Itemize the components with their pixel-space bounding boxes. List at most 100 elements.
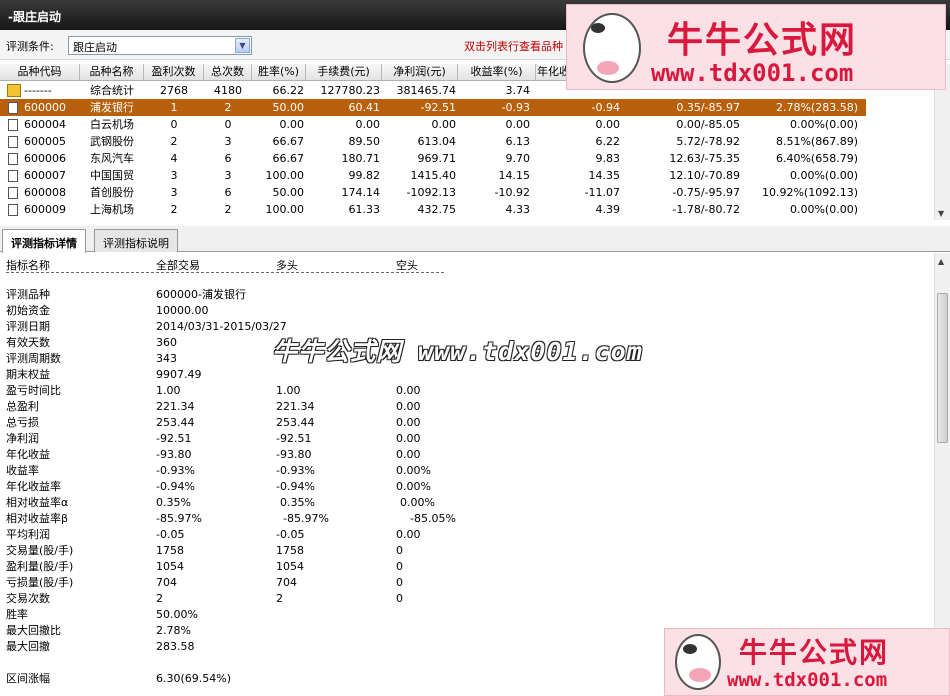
metric-cell: -0.05 [276, 528, 305, 541]
table-cell: 综合统计 [90, 84, 134, 97]
metric-row: 相对收益率β -85.97% -85.97% -85.05% [0, 511, 930, 527]
scroll-down-icon[interactable]: ▼ [938, 209, 944, 218]
metric-cell: 有效天数 [6, 336, 50, 349]
tab-label: 评测指标说明 [103, 237, 169, 250]
metric-cell: 343 [156, 352, 177, 365]
metric-cell: 盈亏时间比 [6, 384, 61, 397]
metric-cell: 相对收益率α [6, 496, 69, 509]
metric-cell: -93.80 [276, 448, 312, 461]
metric-row: 亏损量(股/手) 704 704 0 [0, 575, 930, 591]
table-cell: -11.07 [584, 186, 620, 199]
detail-tabs: 评测指标详情 评测指标说明 [0, 226, 950, 253]
table-cell: 2768 [160, 84, 188, 97]
tab-metric-details[interactable]: 评测指标详情 [2, 229, 86, 253]
table-row[interactable]: 600004 白云机场 0 0 0.00 0.00 0.00 0.00 0.00 0.00/-85… [0, 116, 866, 133]
column-header[interactable]: 胜率(%) [252, 64, 306, 81]
table-cell: -0.93 [501, 101, 530, 114]
metric-cell: 评测品种 [6, 288, 50, 301]
table-cell: -92.51 [420, 101, 456, 114]
table-cell: 50.00 [272, 101, 305, 114]
condition-select[interactable]: 跟庄启动 ▼ [68, 36, 252, 55]
metric-cell: -93.80 [156, 448, 192, 461]
detail-header-short: 空头 [396, 259, 418, 272]
column-header[interactable]: 品种名称 [80, 64, 144, 81]
table-cell: 61.33 [348, 203, 381, 216]
metric-cell: 2014/03/31-2015/03/27 [156, 320, 287, 333]
column-header[interactable]: 手续费(元) [306, 64, 382, 81]
scroll-up-icon[interactable]: ▲ [938, 257, 944, 266]
table-row[interactable]: 600009 上海机场 2 2 100.00 61.33 432.75 4.33 4.39 -1.… [0, 201, 866, 218]
table-cell: -0.75/-95.97 [672, 186, 740, 199]
metric-cell: 253.44 [276, 416, 315, 429]
metric-cell: 交易次数 [6, 592, 50, 605]
metric-cell: 360 [156, 336, 177, 349]
chevron-down-icon[interactable]: ▼ [235, 38, 250, 53]
metric-cell: 评测日期 [6, 320, 50, 333]
document-icon [8, 187, 18, 199]
table-cell: 2 [170, 135, 178, 148]
table-row[interactable]: 600005 武钢股份 2 3 66.67 89.50 613.04 6.13 6.22 5.72… [0, 133, 866, 150]
metric-cell: 初始资金 [6, 304, 50, 317]
metric-row: 盈亏时间比 1.00 1.00 0.00 [0, 383, 930, 399]
table-cell: ------- [24, 84, 52, 97]
window-title: -跟庄启动 [8, 10, 61, 24]
table-cell: 12.10/-70.89 [669, 169, 740, 182]
metric-cell: -85.97% [283, 512, 329, 525]
table-cell: 66.67 [272, 152, 305, 165]
table-cell: 0.00%(0.00) [789, 203, 858, 216]
metric-cell: 0 [396, 592, 403, 605]
metric-cell: 600000-浦发银行 [156, 288, 246, 301]
document-icon [8, 102, 18, 114]
table-cell: 6.13 [505, 135, 531, 148]
tab-metric-description[interactable]: 评测指标说明 [94, 229, 178, 252]
metric-cell: 1054 [156, 560, 184, 573]
metric-cell: 704 [156, 576, 177, 589]
table-cell: 3 [224, 169, 232, 182]
table-cell: 14.15 [498, 169, 531, 182]
metric-cell: 0.00 [396, 416, 421, 429]
column-header[interactable]: 品种代码 [0, 64, 80, 81]
watermark-url: www.tdx001.com [727, 669, 888, 691]
table-cell: 66.22 [272, 84, 305, 97]
metric-cell: 221.34 [276, 400, 315, 413]
column-header[interactable]: 总次数 [204, 64, 252, 81]
table-cell: 0.00/-85.05 [676, 118, 740, 131]
metric-row: 年化收益率 -0.94% -0.94% 0.00% [0, 479, 930, 495]
table-cell: 0.35/-85.97 [676, 101, 740, 114]
metric-cell: 2.78% [156, 624, 191, 637]
metric-cell: 0 [396, 544, 403, 557]
detail-header-all: 全部交易 [156, 259, 200, 272]
metric-cell: 0.35% [280, 496, 315, 509]
metric-cell: 0.00 [396, 528, 421, 541]
condition-select-value: 跟庄启动 [73, 41, 117, 54]
table-cell: 0.00%(0.00) [789, 169, 858, 182]
metric-cell: 胜率 [6, 608, 28, 621]
metric-row: 交易量(股/手) 1758 1758 0 [0, 543, 930, 559]
table-cell: 6.40%(658.79) [775, 152, 858, 165]
table-row[interactable]: 600000 浦发银行 1 2 50.00 60.41 -92.51 -0.93 -0.94 0.… [0, 99, 866, 116]
table-cell: 0.00%(0.00) [789, 118, 858, 131]
table-row[interactable]: 600006 东风汽车 4 6 66.67 180.71 969.71 9.70 9.83 12.… [0, 150, 866, 167]
table-cell: 2.78%(283.58) [775, 101, 858, 114]
table-cell: 5.72/-78.92 [676, 135, 740, 148]
table-row[interactable]: 600007 中国国贸 3 3 100.00 99.82 1415.40 14.15 14.35… [0, 167, 866, 184]
metric-row: 总盈利 221.34 221.34 0.00 [0, 399, 930, 415]
column-header[interactable]: 盈利次数 [144, 64, 204, 81]
table-cell: 381465.74 [396, 84, 457, 97]
metric-cell: 总盈利 [6, 400, 39, 413]
column-header[interactable]: 收益率(%) [458, 64, 536, 81]
table-cell: 3 [224, 135, 232, 148]
column-header[interactable]: 净利润(元) [382, 64, 458, 81]
table-cell: 174.14 [341, 186, 381, 199]
table-cell: 0.00 [595, 118, 621, 131]
metric-cell: 50.00% [156, 608, 198, 621]
table-cell: 600009 [24, 203, 66, 216]
watermark-center: 牛牛公式网 www.tdx001.com [272, 337, 643, 366]
table-cell: 600000 [24, 101, 66, 114]
metric-cell: -0.05 [156, 528, 185, 541]
table-row[interactable]: 600008 首创股份 3 6 50.00 174.14 -1092.13 -10.92 -11… [0, 184, 866, 201]
metric-cell: 相对收益率β [6, 512, 69, 525]
metric-cell: 最大回撤 [6, 640, 50, 653]
scroll-thumb[interactable] [937, 293, 948, 443]
table-cell: 0.00 [279, 118, 305, 131]
